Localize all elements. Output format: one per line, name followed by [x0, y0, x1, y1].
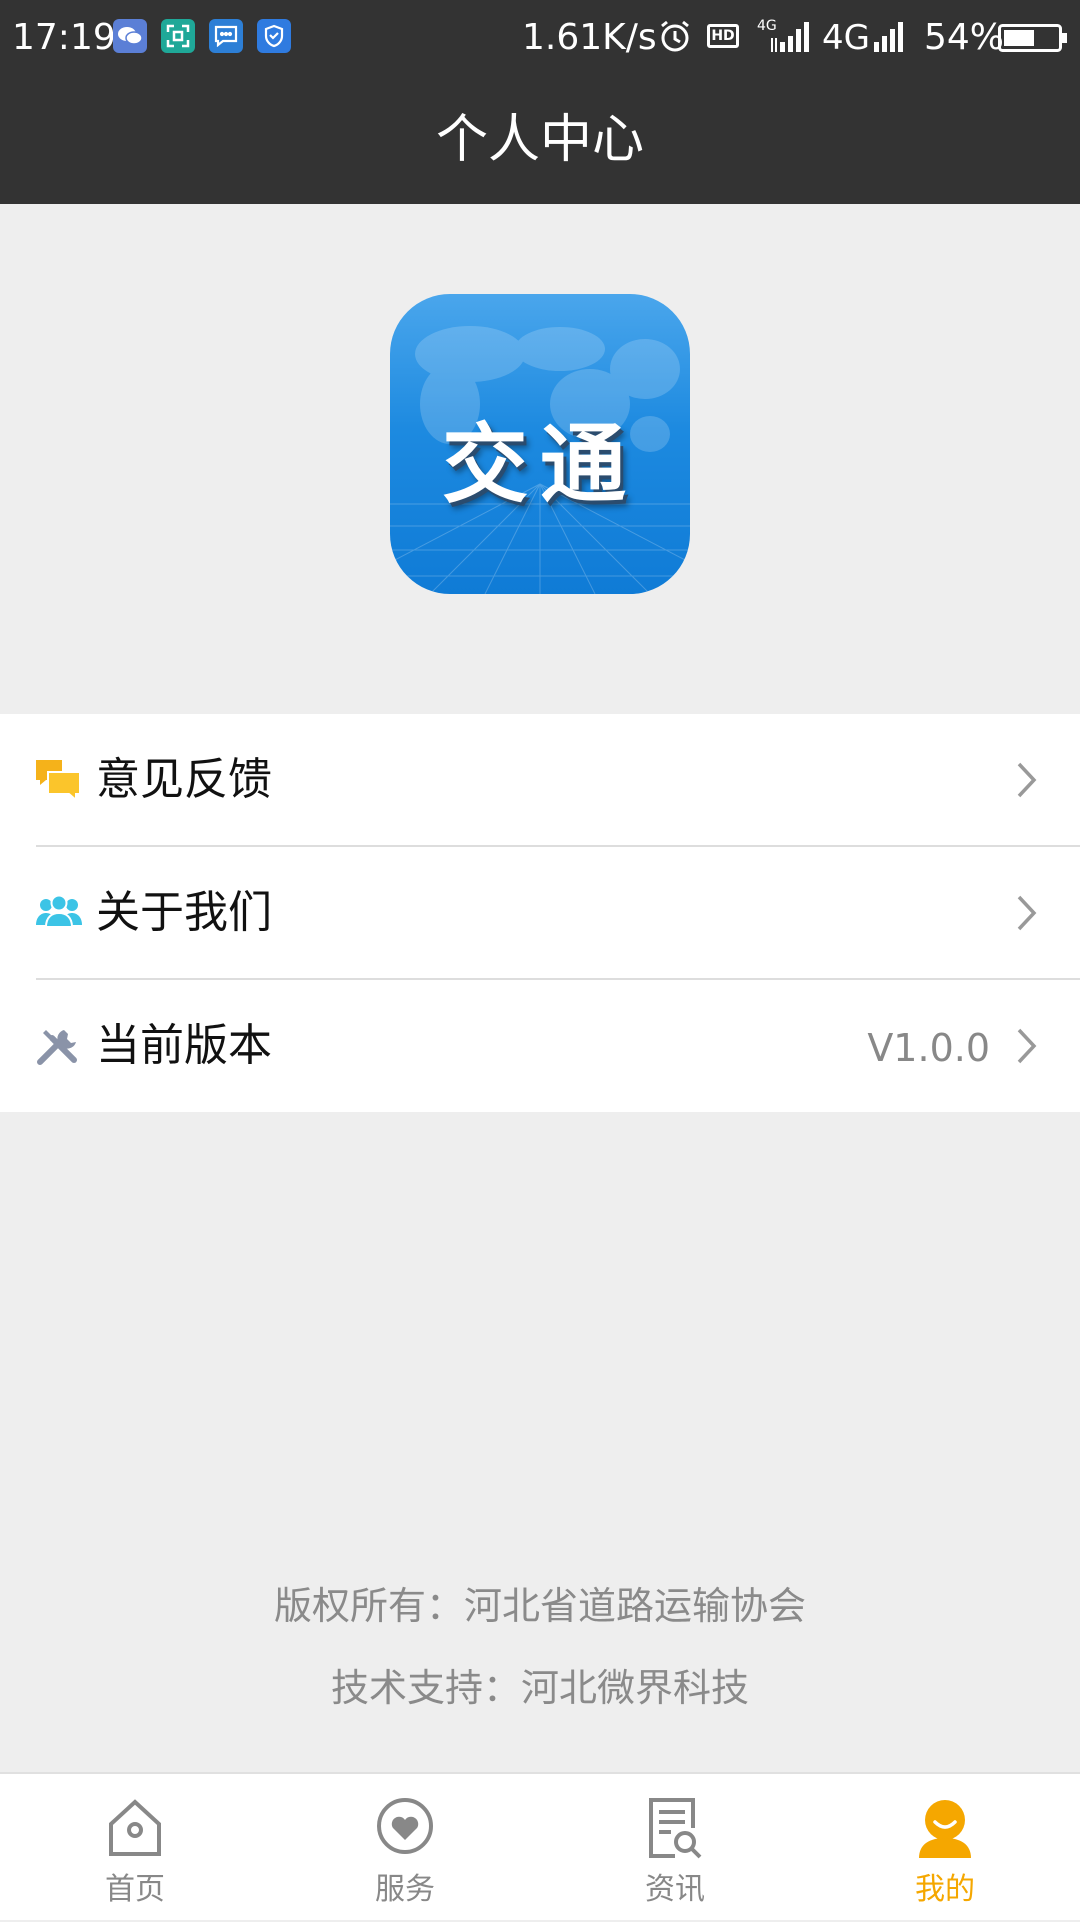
hd-badge: HD [707, 24, 739, 48]
shield-icon [257, 19, 291, 53]
copyright-text: 版权所有：河北省道路运输协会 [273, 1584, 806, 1628]
app-header: 个人中心 [0, 80, 1080, 204]
news-icon [649, 1798, 702, 1859]
profile-icon [919, 1800, 971, 1858]
wechat-icon [113, 19, 147, 53]
net-speed: 1.61K/s [522, 17, 657, 58]
chevron-right-icon [1017, 895, 1037, 931]
chevron-right-icon [1017, 762, 1037, 798]
nav-label-profile: 我的 [915, 1872, 975, 1907]
menu-item-version[interactable]: 当前版本 V1.0.0 [0, 980, 1080, 1112]
app-logo: 交通 [390, 294, 690, 594]
battery-percent: 54% [924, 17, 1005, 58]
menu-label-about: 关于我们 [96, 887, 272, 938]
menu-label-version: 当前版本 [96, 1020, 272, 1071]
nav-item-service[interactable]: 服务 [270, 1774, 540, 1922]
menu-item-feedback[interactable]: 意见反馈 [0, 714, 1080, 846]
battery-icon [998, 24, 1067, 52]
menu-label-feedback: 意见反馈 [96, 754, 272, 805]
nav-item-profile[interactable]: 我的 [810, 1774, 1080, 1922]
signal-icon [874, 22, 903, 52]
scan-icon [161, 19, 195, 53]
tech-support-text: 技术支持：河北微界科技 [330, 1666, 749, 1710]
message-icon [209, 19, 243, 53]
network-label: 4G [822, 18, 870, 58]
chevron-right-icon [1017, 1028, 1037, 1064]
nav-label-home: 首页 [105, 1872, 165, 1907]
alarm-icon [661, 20, 689, 52]
feedback-icon [36, 760, 81, 802]
nav-label-news: 资讯 [645, 1872, 705, 1907]
signal-icon [771, 22, 809, 52]
bottom-nav: 首页 服务 资讯 我的 [0, 1772, 1080, 1920]
page-title: 个人中心 [435, 110, 644, 170]
nav-item-news[interactable]: 资讯 [540, 1774, 810, 1922]
home-icon [109, 1799, 161, 1856]
menu-list: 意见反馈 关于我们 当前版本 V1.0.0 [0, 714, 1080, 1112]
menu-item-about[interactable]: 关于我们 [0, 847, 1080, 979]
nav-label-service: 服务 [375, 1872, 435, 1907]
nav-item-home[interactable]: 首页 [0, 1774, 270, 1922]
service-icon [377, 1798, 433, 1854]
users-icon [36, 894, 82, 928]
status-time: 17:19 [12, 17, 116, 58]
version-value: V1.0.0 [867, 1026, 990, 1070]
logo-text: 交通 [442, 415, 638, 515]
tools-icon [37, 1030, 77, 1065]
status-bar: 17:19 1.61K/s HD 4G 4G 54% [0, 0, 1080, 80]
